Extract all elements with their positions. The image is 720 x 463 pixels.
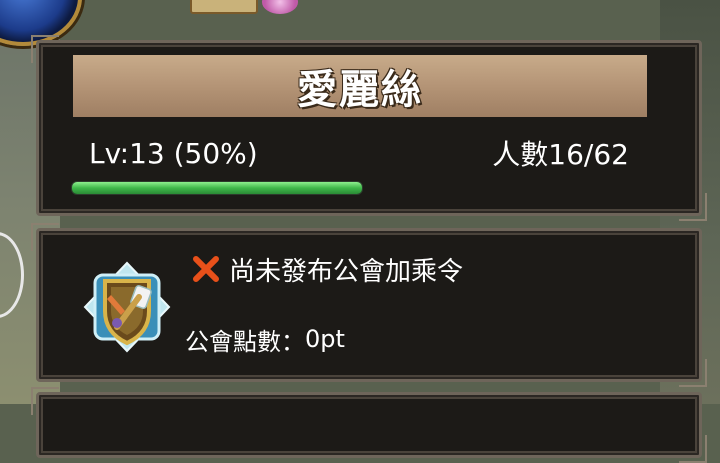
guild-exp-progress-fill <box>72 182 362 194</box>
next-panel[interactable] <box>31 387 707 463</box>
guild-emblem-icon <box>83 261 171 353</box>
guild-exp-progress-bar <box>71 181 363 195</box>
guild-info-panel: 愛麗絲 Lv:13 (50%) 人數16/62 <box>31 35 707 221</box>
member-count: 人數16/62 <box>492 138 629 171</box>
guild-level: Lv:13 (50%) <box>89 136 258 170</box>
top-gem-icon[interactable] <box>262 0 298 14</box>
guild-points-label: 公會點數： <box>185 327 305 356</box>
bonus-status-line: 尚未發布公會加乘令 <box>191 251 463 287</box>
guild-name: 愛麗絲 <box>297 66 423 113</box>
top-ticket-icon[interactable] <box>190 0 258 14</box>
guild-bonus-panel[interactable]: 尚未發布公會加乘令 公會點數： 0pt <box>31 223 707 387</box>
bonus-status-text: 尚未發布公會加乘令 <box>229 256 464 287</box>
cross-mark-icon <box>193 256 219 282</box>
guild-name-banner: 愛麗絲 <box>73 55 647 117</box>
guild-points-value: 0pt <box>305 325 345 353</box>
guild-points-line: 公會點數： 0pt <box>185 323 345 356</box>
guild-stats-row: Lv:13 (50%) 人數16/62 <box>89 133 629 173</box>
